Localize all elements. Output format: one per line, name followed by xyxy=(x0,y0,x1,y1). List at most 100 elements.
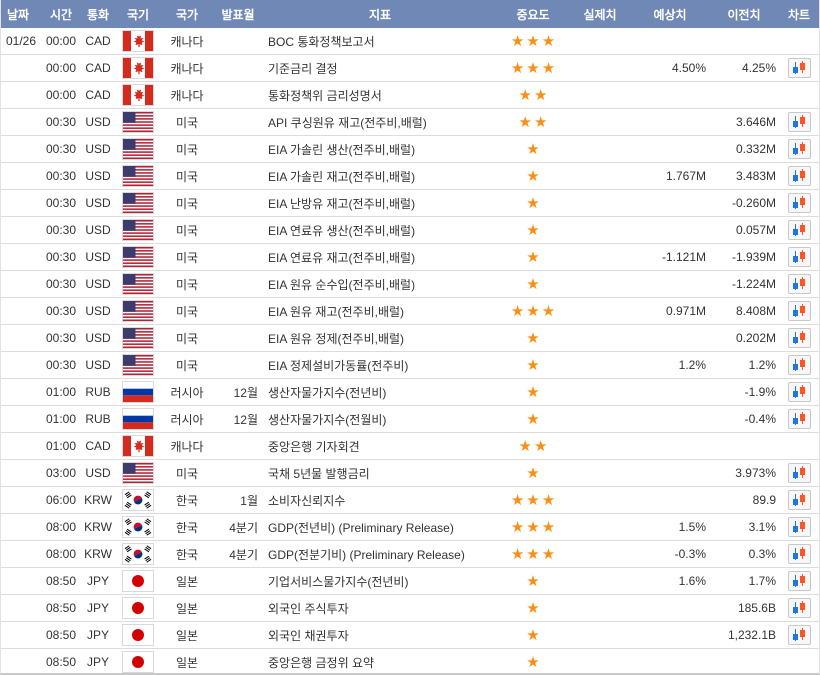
cell-indicator[interactable]: 중앙은행 기자회견 xyxy=(263,433,497,460)
cell-actual xyxy=(569,406,631,433)
cell-previous: -1.939M xyxy=(709,244,779,271)
cell-time: 00:00 xyxy=(41,82,81,109)
cell-importance: ★ xyxy=(497,595,569,622)
table-row: 00:30 USD 미국 EIA 가솔린 재고(전주비,배럴) ★ 1.767M… xyxy=(1,163,819,190)
cell-country: 일본 xyxy=(161,595,213,622)
chart-button[interactable] xyxy=(788,544,811,564)
cell-month xyxy=(213,622,263,649)
cell-country: 미국 xyxy=(161,298,213,325)
cell-indicator[interactable]: EIA 가솔린 생산(전주비,배럴) xyxy=(263,136,497,163)
cell-flag xyxy=(115,163,161,190)
cell-time: 00:30 xyxy=(41,244,81,271)
cell-currency: USD xyxy=(81,163,115,190)
cell-time: 01:00 xyxy=(41,379,81,406)
cell-flag xyxy=(115,622,161,649)
cell-country: 미국 xyxy=(161,271,213,298)
cell-chart xyxy=(779,298,819,325)
cell-indicator[interactable]: EIA 연료유 생산(전주비,배럴) xyxy=(263,217,497,244)
cell-chart xyxy=(779,622,819,649)
cell-date xyxy=(1,595,41,622)
cell-indicator[interactable]: 국채 5년물 발행금리 xyxy=(263,460,497,487)
cell-previous: 1,232.1B xyxy=(709,622,779,649)
cell-time: 00:30 xyxy=(41,109,81,136)
cell-forecast xyxy=(631,190,709,217)
cell-indicator[interactable]: 외국인 채권투자 xyxy=(263,622,497,649)
usa-flag-icon xyxy=(122,192,154,214)
cell-country: 미국 xyxy=(161,460,213,487)
cell-importance: ★★★ xyxy=(497,487,569,514)
cell-indicator[interactable]: 생산자물가지수(전월비) xyxy=(263,406,497,433)
cell-indicator[interactable]: API 쿠싱원유 재고(전주비,배럴) xyxy=(263,109,497,136)
candlestick-chart-icon xyxy=(791,196,807,210)
cell-indicator[interactable]: 생산자물가지수(전년비) xyxy=(263,379,497,406)
cell-currency: CAD xyxy=(81,55,115,82)
cell-indicator[interactable]: EIA 원유 순수입(전주비,배럴) xyxy=(263,271,497,298)
chart-button[interactable] xyxy=(788,625,811,645)
cell-country: 일본 xyxy=(161,622,213,649)
cell-indicator[interactable]: 통화정책위 금리성명서 xyxy=(263,82,497,109)
cell-indicator[interactable]: EIA 연료유 재고(전주비,배럴) xyxy=(263,244,497,271)
cell-month: 12월 xyxy=(213,379,263,406)
chart-button[interactable] xyxy=(788,571,811,591)
cell-country: 캐나다 xyxy=(161,82,213,109)
cell-indicator[interactable]: EIA 원유 재고(전주비,배럴) xyxy=(263,298,497,325)
col-header-chart: 차트 xyxy=(779,0,819,28)
cell-actual xyxy=(569,82,631,109)
cell-previous xyxy=(709,433,779,460)
cell-indicator[interactable]: EIA 가솔린 재고(전주비,배럴) xyxy=(263,163,497,190)
table-row: 03:00 USD 미국 국채 5년물 발행금리 ★ 3.973% xyxy=(1,460,819,487)
table-row: 00:30 USD 미국 EIA 원유 정제(전주비,배럴) ★ 0.202M xyxy=(1,325,819,352)
cell-indicator[interactable]: 기준금리 결정 xyxy=(263,55,497,82)
chart-button[interactable] xyxy=(788,598,811,618)
cell-time: 08:50 xyxy=(41,622,81,649)
cell-indicator[interactable]: 소비자신뢰지수 xyxy=(263,487,497,514)
cell-currency: CAD xyxy=(81,433,115,460)
cell-indicator[interactable]: 외국인 주식투자 xyxy=(263,595,497,622)
chart-button[interactable] xyxy=(788,328,811,348)
cell-country: 미국 xyxy=(161,325,213,352)
japan-flag-icon xyxy=(122,597,154,619)
cell-indicator[interactable]: 기업서비스물가지수(전년비) xyxy=(263,568,497,595)
chart-button[interactable] xyxy=(788,220,811,240)
chart-button[interactable] xyxy=(788,274,811,294)
candlestick-chart-icon xyxy=(791,628,807,642)
cell-indicator[interactable]: BOC 통화정책보고서 xyxy=(263,28,497,55)
cell-date xyxy=(1,109,41,136)
cell-flag xyxy=(115,244,161,271)
chart-button[interactable] xyxy=(788,58,811,78)
chart-button[interactable] xyxy=(788,463,811,483)
candlestick-chart-icon xyxy=(791,547,807,561)
chart-button[interactable] xyxy=(788,193,811,213)
cell-indicator[interactable]: EIA 난방유 재고(전주비,배럴) xyxy=(263,190,497,217)
cell-indicator[interactable]: EIA 정제설비가동률(전주비) xyxy=(263,352,497,379)
cell-importance: ★ xyxy=(497,622,569,649)
chart-button[interactable] xyxy=(788,247,811,267)
cell-chart xyxy=(779,109,819,136)
cell-indicator[interactable]: GDP(전년비) (Preliminary Release) xyxy=(263,514,497,541)
chart-button[interactable] xyxy=(788,517,811,537)
cell-indicator[interactable]: GDP(전분기비) (Preliminary Release) xyxy=(263,541,497,568)
cell-currency: USD xyxy=(81,136,115,163)
chart-button[interactable] xyxy=(788,490,811,510)
cell-indicator[interactable]: EIA 원유 정제(전주비,배럴) xyxy=(263,325,497,352)
cell-indicator[interactable]: 중앙은행 금정위 요약 xyxy=(263,649,497,675)
chart-button[interactable] xyxy=(788,301,811,321)
japan-flag-icon xyxy=(122,651,154,673)
chart-button[interactable] xyxy=(788,409,811,429)
cell-date xyxy=(1,136,41,163)
cell-flag xyxy=(115,217,161,244)
col-header-indicator: 지표 xyxy=(263,0,497,28)
chart-button[interactable] xyxy=(788,382,811,402)
col-header-forecast: 예상치 xyxy=(631,0,709,28)
cell-currency: USD xyxy=(81,217,115,244)
col-header-previous: 이전치 xyxy=(709,0,779,28)
chart-button[interactable] xyxy=(788,166,811,186)
cell-actual xyxy=(569,271,631,298)
chart-button[interactable] xyxy=(788,112,811,132)
chart-button[interactable] xyxy=(788,355,811,375)
cell-actual xyxy=(569,190,631,217)
cell-country: 러시아 xyxy=(161,379,213,406)
cell-actual xyxy=(569,595,631,622)
chart-button[interactable] xyxy=(788,139,811,159)
cell-date xyxy=(1,271,41,298)
